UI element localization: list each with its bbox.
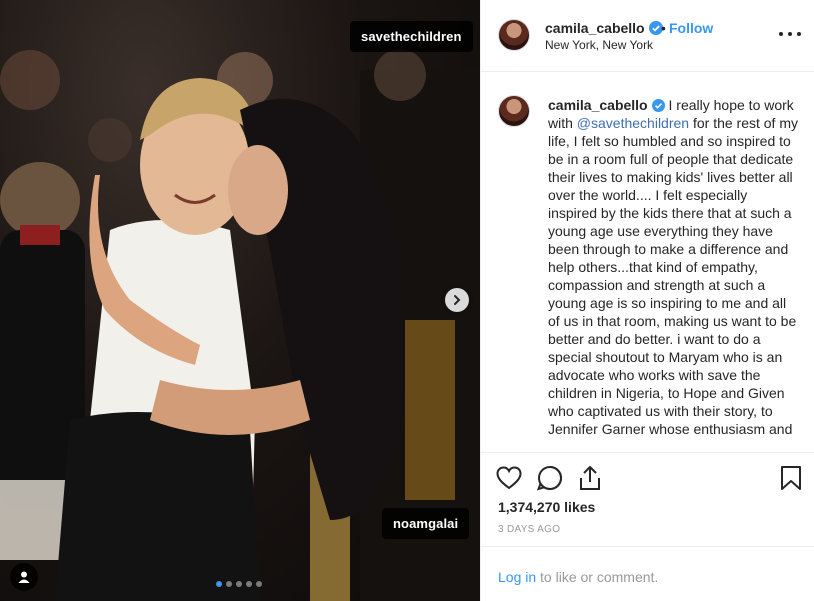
- show-tags-button[interactable]: [10, 563, 38, 591]
- share-icon[interactable]: [576, 464, 604, 492]
- carousel-dot: [236, 581, 242, 587]
- carousel-next-button[interactable]: [445, 288, 469, 312]
- carousel-dot: [256, 581, 262, 587]
- action-bar: [481, 460, 814, 500]
- comment-icon[interactable]: [536, 464, 564, 492]
- caption-text: camila_cabello I really hope to work wit…: [548, 96, 798, 438]
- login-prompt-rest: to like or comment.: [536, 569, 659, 585]
- caption-body-rest: for the rest of my life, I felt so humbl…: [548, 115, 799, 437]
- post-date[interactable]: 3 DAYS AGO: [498, 524, 560, 535]
- chevron-right-icon: [454, 295, 461, 305]
- carousel-dot: [216, 581, 222, 587]
- post-header: camila_cabello • Follow New York, New Yo…: [481, 0, 814, 72]
- login-link[interactable]: Log in: [498, 569, 536, 585]
- post-photo[interactable]: savethechildren noamgalai: [0, 0, 480, 601]
- bookmark-icon[interactable]: [777, 464, 805, 492]
- header-separator: •: [661, 20, 666, 36]
- carousel-dot: [246, 581, 252, 587]
- caption-username[interactable]: camila_cabello: [548, 97, 648, 113]
- user-tag-icon: [18, 571, 30, 583]
- photo-tag-savethechildren[interactable]: savethechildren: [350, 21, 473, 52]
- carousel-indicator: [216, 581, 262, 587]
- login-prompt: Log in to like or comment.: [498, 569, 658, 585]
- header-username-text[interactable]: camila_cabello: [545, 20, 645, 36]
- photo-tag-noamgalai[interactable]: noamgalai: [382, 508, 470, 539]
- location-link[interactable]: New York, New York: [545, 38, 653, 52]
- verified-badge-icon: [651, 99, 665, 112]
- caption-mention-link[interactable]: @savethechildren: [577, 115, 689, 131]
- more-options-icon[interactable]: [779, 24, 801, 44]
- post-side-panel: camila_cabello • Follow New York, New Yo…: [480, 0, 814, 601]
- caption-area: camila_cabello I really hope to work wit…: [481, 73, 814, 453]
- header-username[interactable]: camila_cabello: [545, 20, 663, 36]
- avatar[interactable]: [498, 95, 530, 127]
- likes-count[interactable]: 1,374,270 likes: [498, 499, 595, 515]
- heart-icon[interactable]: [495, 464, 523, 492]
- follow-button[interactable]: Follow: [669, 20, 713, 36]
- avatar[interactable]: [498, 19, 530, 51]
- comment-bar: Log in to like or comment.: [481, 546, 814, 601]
- carousel-dot: [226, 581, 232, 587]
